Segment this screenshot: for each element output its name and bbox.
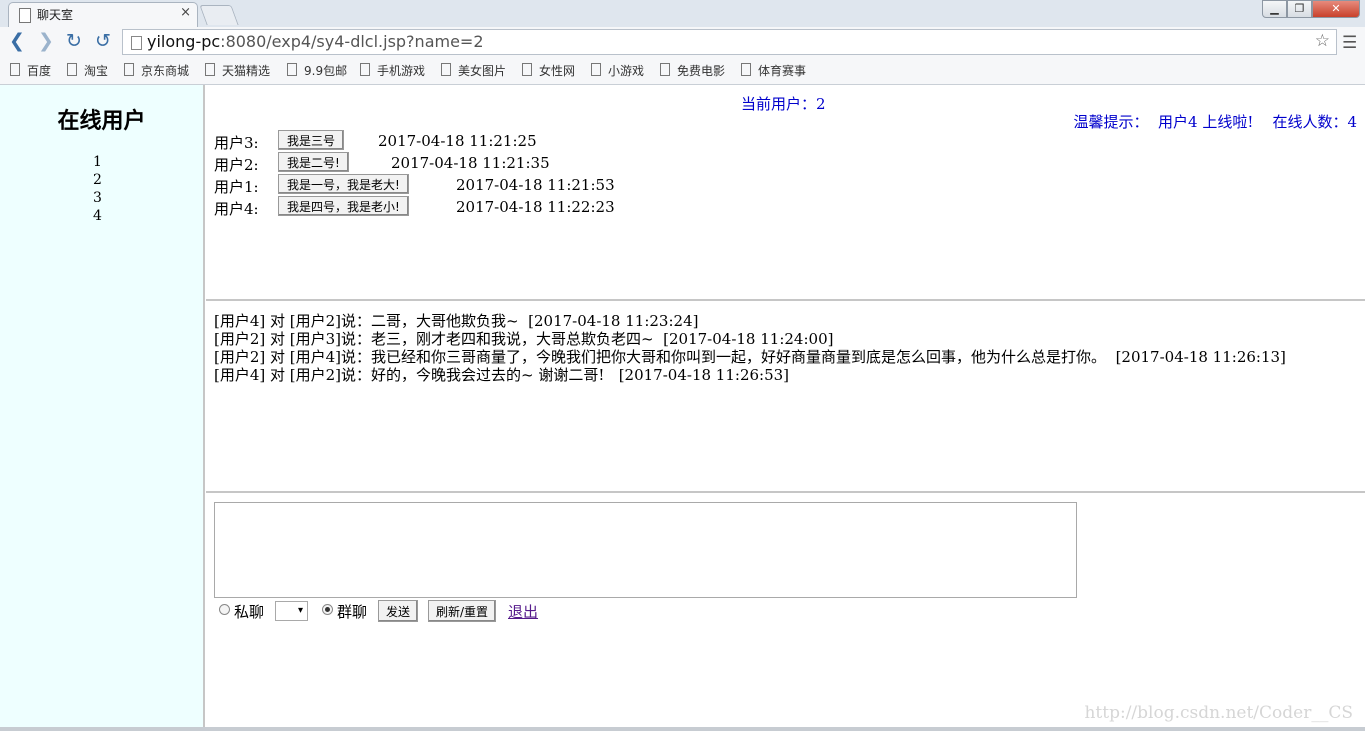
online-users-panel: 在线用户 1 2 3 4	[0, 85, 205, 731]
private-chat-radio[interactable]	[219, 604, 230, 615]
signature-time: 2017-04-18 11:21:53	[456, 176, 615, 194]
bookmark-item[interactable]: 京东商城	[124, 62, 189, 79]
user-list-item: 1	[93, 154, 102, 170]
group-chat-radio[interactable]	[322, 604, 333, 615]
bookmark-item[interactable]: 手机游戏	[360, 62, 425, 79]
bookmark-item[interactable]: 女性网	[522, 62, 575, 79]
bookmarks-bar: 百度 淘宝 京东商城 天猫精选 9.9包邮 手机游戏 美女图片 女性网 小游戏 …	[0, 59, 1365, 85]
bookmark-label: 手机游戏	[377, 64, 426, 78]
user-list: 1 2 3 4	[0, 153, 195, 225]
send-controls: 私聊 ▾ 群聊 发送 刷新/重置 退出	[216, 599, 816, 623]
bookmark-label: 体育赛事	[758, 64, 807, 78]
private-chat-label: 私聊	[234, 603, 265, 621]
bookmark-label: 免费电影	[677, 64, 726, 78]
bookmark-item[interactable]: 淘宝	[67, 62, 108, 79]
current-user-label: 当前用户：2	[741, 95, 826, 113]
signature-button[interactable]: 我是一号，我是老大!	[278, 174, 409, 194]
page-icon	[522, 63, 532, 76]
signature-user: 用户4:	[214, 200, 259, 218]
bookmark-label: 京东商城	[141, 64, 190, 78]
page-icon	[19, 8, 31, 23]
url-text: yilong-pc:8080/exp4/sy4-dlcl.jsp?name=2	[147, 32, 484, 51]
maximize-button[interactable]: ❐	[1287, 0, 1312, 18]
message-input-panel: 私聊 ▾ 群聊 发送 刷新/重置 退出 http://blog.csdn.net…	[206, 493, 1365, 731]
user-list-item: 3	[93, 190, 102, 206]
target-user-select[interactable]: ▾	[275, 601, 308, 621]
signature-user: 用户3:	[214, 134, 259, 152]
new-tab-button[interactable]	[199, 5, 239, 25]
taskbar-strip	[0, 727, 1365, 731]
online-tip: 温馨提示： 用户4 上线啦! 在线人数：4	[1073, 113, 1358, 131]
reload-icon[interactable]: ↻	[66, 30, 82, 52]
exit-link[interactable]: 退出	[508, 601, 538, 622]
url-path: :8080/exp4/sy4-dlcl.jsp?name=2	[220, 32, 484, 51]
bookmark-label: 美女图片	[458, 64, 507, 78]
online-users-title: 在线用户	[57, 108, 146, 134]
signature-row: 用户3: 我是三号 2017-04-18 11:21:25	[214, 130, 614, 152]
signature-time: 2017-04-18 11:22:23	[456, 198, 615, 216]
url-host: yilong-pc	[147, 32, 221, 51]
browser-titlebar: 聊天室 × ▁ ❐ ✕	[0, 0, 1365, 27]
menu-icon[interactable]: ☰	[1342, 33, 1357, 53]
signature-user: 用户1:	[214, 178, 259, 196]
signature-user: 用户2:	[214, 156, 259, 174]
bookmark-label: 女性网	[539, 64, 576, 78]
page-icon	[360, 63, 370, 76]
page-icon	[741, 63, 751, 76]
signature-button[interactable]: 我是二号!	[278, 152, 349, 172]
bookmark-item[interactable]: 百度	[10, 62, 51, 79]
send-button[interactable]: 发送	[378, 600, 419, 622]
page-icon	[441, 63, 451, 76]
user-list-item: 2	[93, 172, 102, 188]
page-icon	[124, 63, 134, 76]
address-bar[interactable]: yilong-pc:8080/exp4/sy4-dlcl.jsp?name=2 …	[122, 29, 1337, 55]
back-icon[interactable]: ❮	[9, 30, 25, 52]
user-list-item: 4	[93, 208, 102, 224]
bookmark-star-icon[interactable]: ☆	[1315, 31, 1330, 51]
bookmark-item[interactable]: 免费电影	[660, 62, 725, 79]
minimize-button[interactable]: ▁	[1262, 0, 1287, 18]
browser-toolbar: ❮ ❯ ↻ ↺ yilong-pc:8080/exp4/sy4-dlcl.jsp…	[0, 27, 1365, 59]
page-icon	[131, 36, 142, 50]
tab-close-icon[interactable]: ×	[180, 5, 191, 20]
browser-tab[interactable]: 聊天室 ×	[8, 2, 198, 27]
refresh-reset-button[interactable]: 刷新/重置	[428, 600, 497, 622]
signature-row: 用户4: 我是四号，我是老小! 2017-04-18 11:22:23	[214, 196, 634, 218]
bookmark-item[interactable]: 9.9包邮	[287, 62, 347, 79]
bookmark-label: 百度	[27, 64, 52, 78]
bookmark-item[interactable]: 小游戏	[591, 62, 644, 79]
chat-message: [用户4] 对 [用户2]说：好的，今晚我会过去的~ 谢谢二哥! [2017-0…	[214, 366, 790, 384]
signature-time: 2017-04-18 11:21:25	[378, 132, 537, 150]
bookmark-item[interactable]: 体育赛事	[741, 62, 806, 79]
bookmark-label: 天猫精选	[222, 64, 271, 78]
page-icon	[67, 63, 77, 76]
undo-icon[interactable]: ↺	[95, 30, 111, 52]
signature-row: 用户2: 我是二号! 2017-04-18 11:21:35	[214, 152, 614, 174]
page-icon	[287, 63, 297, 76]
forward-icon[interactable]: ❯	[38, 30, 54, 52]
chat-log-panel: [用户4] 对 [用户2]说：二哥，大哥他欺负我~ [2017-04-18 11…	[206, 301, 1365, 493]
watermark: http://blog.csdn.net/Coder__CS	[1084, 703, 1353, 723]
bookmark-label: 淘宝	[84, 64, 109, 78]
page-icon	[660, 63, 670, 76]
signature-time: 2017-04-18 11:21:35	[391, 154, 550, 172]
bookmark-label: 小游戏	[608, 64, 645, 78]
bookmark-label: 9.9包邮	[304, 64, 348, 78]
signature-row: 用户1: 我是一号，我是老大! 2017-04-18 11:21:53	[214, 174, 634, 196]
signature-button[interactable]: 我是三号	[278, 130, 345, 150]
page-icon	[591, 63, 601, 76]
message-textarea[interactable]	[214, 502, 1077, 598]
signature-button[interactable]: 我是四号，我是老小!	[278, 196, 409, 216]
close-window-button[interactable]: ✕	[1312, 0, 1360, 18]
bookmark-item[interactable]: 美女图片	[441, 62, 506, 79]
group-chat-label: 群聊	[337, 603, 368, 621]
bookmark-item[interactable]: 天猫精选	[205, 62, 270, 79]
status-panel: 当前用户：2 温馨提示： 用户4 上线啦! 在线人数：4 用户3: 我是三号 2…	[206, 85, 1365, 301]
page-icon	[205, 63, 215, 76]
tab-title: 聊天室	[37, 8, 74, 22]
page-icon	[10, 63, 20, 76]
